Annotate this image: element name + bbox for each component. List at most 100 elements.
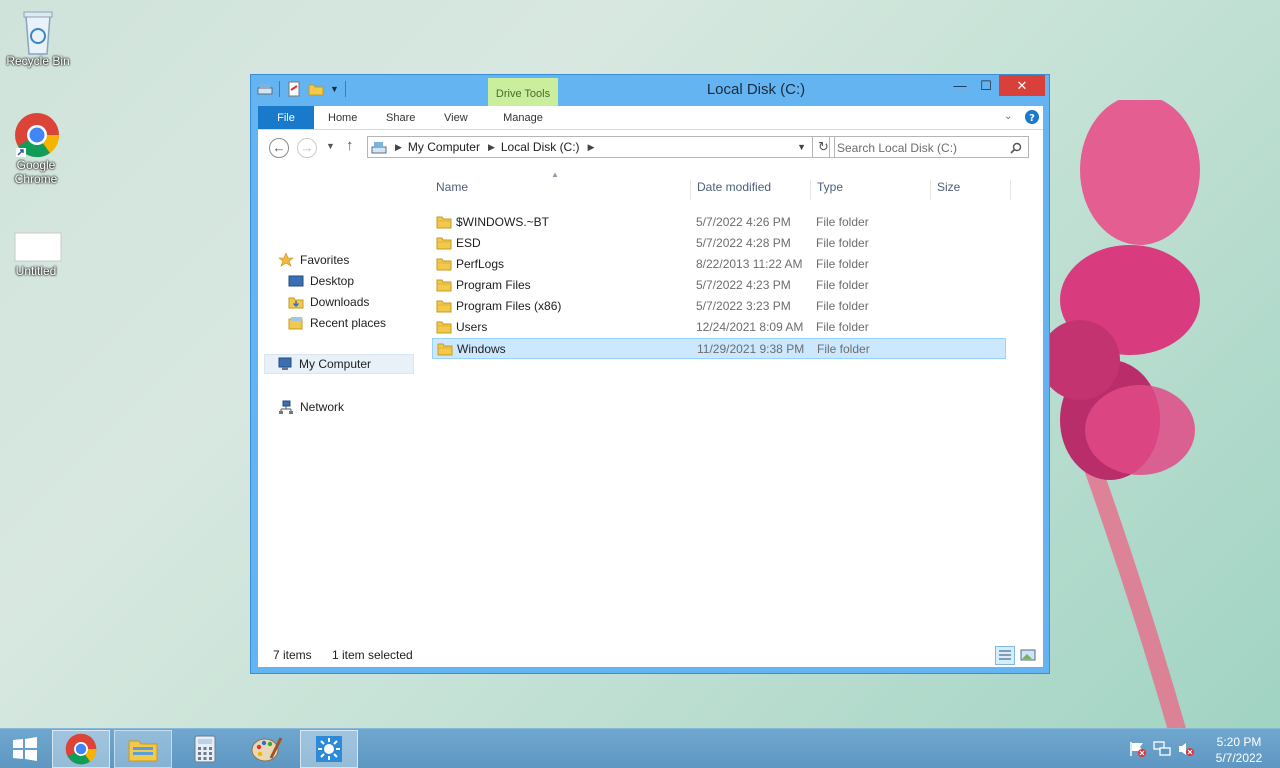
file-row[interactable]: $WINDOWS.~BT 5/7/2022 4:26 PM File folder (432, 212, 1006, 233)
file-name: Windows (457, 342, 506, 356)
wallpaper-flower (1050, 100, 1200, 740)
expand-ribbon-chevron-icon[interactable]: ⌄ (1004, 111, 1018, 125)
recent-locations-chevron-icon[interactable]: ▼ (326, 141, 335, 151)
folder-icon (436, 321, 452, 334)
calculator-icon (194, 735, 216, 763)
details-view-icon (999, 650, 1011, 660)
breadcrumb-chevron-icon[interactable]: ▶ (588, 142, 595, 153)
file-row[interactable]: PerfLogs 8/22/2013 11:22 AM File folder (432, 254, 1006, 275)
details-view-button[interactable] (995, 646, 1015, 665)
desktop-icon-recycle-bin[interactable]: Recycle Bin (2, 8, 74, 68)
tab-view[interactable]: View (444, 106, 468, 129)
breadcrumb-chevron-icon[interactable]: ▶ (395, 142, 402, 153)
breadcrumb-chevron-icon[interactable]: ▶ (488, 142, 495, 153)
file-row[interactable]: ESD 5/7/2022 4:28 PM File folder (432, 233, 1006, 254)
up-one-level-icon[interactable]: ↑ (346, 137, 354, 154)
close-button[interactable]: ✕ (999, 75, 1045, 96)
taskbar-brightness-app[interactable] (300, 730, 358, 768)
start-button[interactable] (0, 730, 50, 768)
file-date-modified: 12/24/2021 8:09 AM (696, 320, 804, 334)
column-separator[interactable] (1010, 180, 1011, 200)
network-status-icon[interactable] (1153, 741, 1171, 757)
properties-icon[interactable] (286, 81, 302, 97)
drive-icon (371, 142, 387, 154)
svg-text:?: ? (1029, 113, 1035, 124)
file-type: File folder (817, 342, 870, 356)
file-row[interactable]: Windows 11/29/2021 9:38 PM File folder (432, 338, 1006, 359)
clock-date: 5/7/2022 (1215, 751, 1263, 765)
desktop-icon-google-chrome[interactable]: Google Chrome (0, 112, 72, 186)
breadcrumb-local-disk[interactable]: Local Disk (C:) (501, 140, 580, 154)
desktop-icon-label: Recycle Bin (6, 54, 70, 68)
help-icon[interactable]: ? (1025, 110, 1039, 124)
address-bar[interactable]: ▶ My Computer ▶ Local Disk (C:) ▶ ▼ (367, 136, 813, 158)
tab-manage[interactable]: Manage (488, 106, 558, 129)
nav-item-favorites[interactable]: Favorites (278, 250, 349, 270)
breadcrumb-my-computer[interactable]: My Computer (408, 140, 480, 154)
file-row[interactable]: Users 12/24/2021 8:09 AM File folder (432, 317, 1006, 338)
address-history-chevron-icon[interactable]: ▼ (797, 142, 806, 152)
desktop-icon-untitled[interactable]: Untitled (0, 232, 72, 278)
taskbar-chrome[interactable] (52, 730, 110, 768)
tab-home[interactable]: Home (328, 106, 357, 129)
column-header-name[interactable]: Name (436, 180, 468, 200)
desktop-icon-label: Google Chrome (14, 158, 58, 186)
file-name: Program Files (456, 278, 531, 292)
sun-icon (316, 736, 342, 762)
drive-icon[interactable] (257, 81, 273, 97)
blank-document-icon (14, 232, 62, 262)
system-clock[interactable]: 5:20 PM 5/7/2022 (1206, 734, 1272, 766)
taskbar-paint[interactable] (238, 730, 296, 768)
new-folder-icon[interactable] (308, 81, 324, 97)
forward-button[interactable]: → (297, 138, 317, 158)
quick-access-toolbar: ▼ (257, 81, 346, 97)
file-date-modified: 5/7/2022 4:23 PM (696, 278, 791, 292)
column-header-type[interactable]: Type (817, 180, 843, 200)
toolbar-separator (279, 81, 280, 97)
volume-muted-icon[interactable] (1177, 741, 1195, 757)
title-bar[interactable]: ▼ Drive Tools Local Disk (C:) — ☐ ✕ (251, 75, 1049, 108)
column-separator[interactable] (930, 180, 931, 200)
column-header-size[interactable]: Size (937, 180, 960, 200)
file-name: Users (456, 320, 488, 334)
column-header-date-modified[interactable]: Date modified (697, 180, 771, 200)
windows-logo-icon (13, 737, 37, 761)
customize-toolbar-chevron-icon[interactable]: ▼ (330, 84, 339, 94)
folder-icon (436, 237, 452, 250)
nav-item-downloads[interactable]: Downloads (288, 292, 369, 312)
minimize-button[interactable]: — (947, 75, 973, 96)
drive-tools-context-tab[interactable]: Drive Tools (488, 78, 558, 108)
tab-share[interactable]: Share (386, 106, 415, 129)
folder-icon (436, 279, 452, 292)
nav-item-my-computer[interactable]: My Computer (264, 354, 414, 374)
column-separator[interactable] (810, 180, 811, 200)
file-date-modified: 5/7/2022 4:28 PM (696, 236, 791, 250)
action-center-flag-icon[interactable] (1129, 741, 1147, 757)
file-type: File folder (816, 257, 869, 271)
column-separator[interactable] (690, 180, 691, 200)
nav-item-network[interactable]: Network (278, 397, 344, 417)
chrome-icon (14, 112, 60, 158)
chrome-icon (65, 733, 97, 765)
nav-item-recent-places[interactable]: Recent places (288, 313, 386, 333)
search-icon[interactable] (1010, 142, 1022, 154)
clock-time: 5:20 PM (1216, 735, 1262, 749)
nav-item-label: Network (300, 400, 345, 414)
taskbar-calculator[interactable] (176, 730, 234, 768)
file-row[interactable]: Program Files (x86) 5/7/2022 3:23 PM File … (432, 296, 1006, 317)
large-icons-view-button[interactable] (1018, 646, 1038, 665)
back-button[interactable]: ← (269, 138, 289, 158)
nav-item-desktop[interactable]: Desktop (288, 271, 354, 291)
tab-file[interactable]: File (258, 106, 314, 129)
large-icons-view-icon (1020, 649, 1036, 661)
maximize-button[interactable]: ☐ (973, 75, 999, 96)
file-row[interactable]: Program Files 5/7/2022 4:23 PM File folder (432, 275, 1006, 296)
file-type: File folder (816, 278, 869, 292)
search-input[interactable]: Search Local Disk (C:) (829, 136, 1029, 158)
folder-icon (437, 343, 453, 356)
taskbar-file-explorer[interactable] (114, 730, 172, 768)
item-count: 7 items (273, 648, 312, 662)
folder-icon (436, 258, 452, 271)
file-name: $WINDOWS.~BT (456, 215, 550, 229)
explorer-content: ← → ▼ ↑ ▶ My Computer ▶ Local Disk (C:) … (258, 130, 1043, 667)
